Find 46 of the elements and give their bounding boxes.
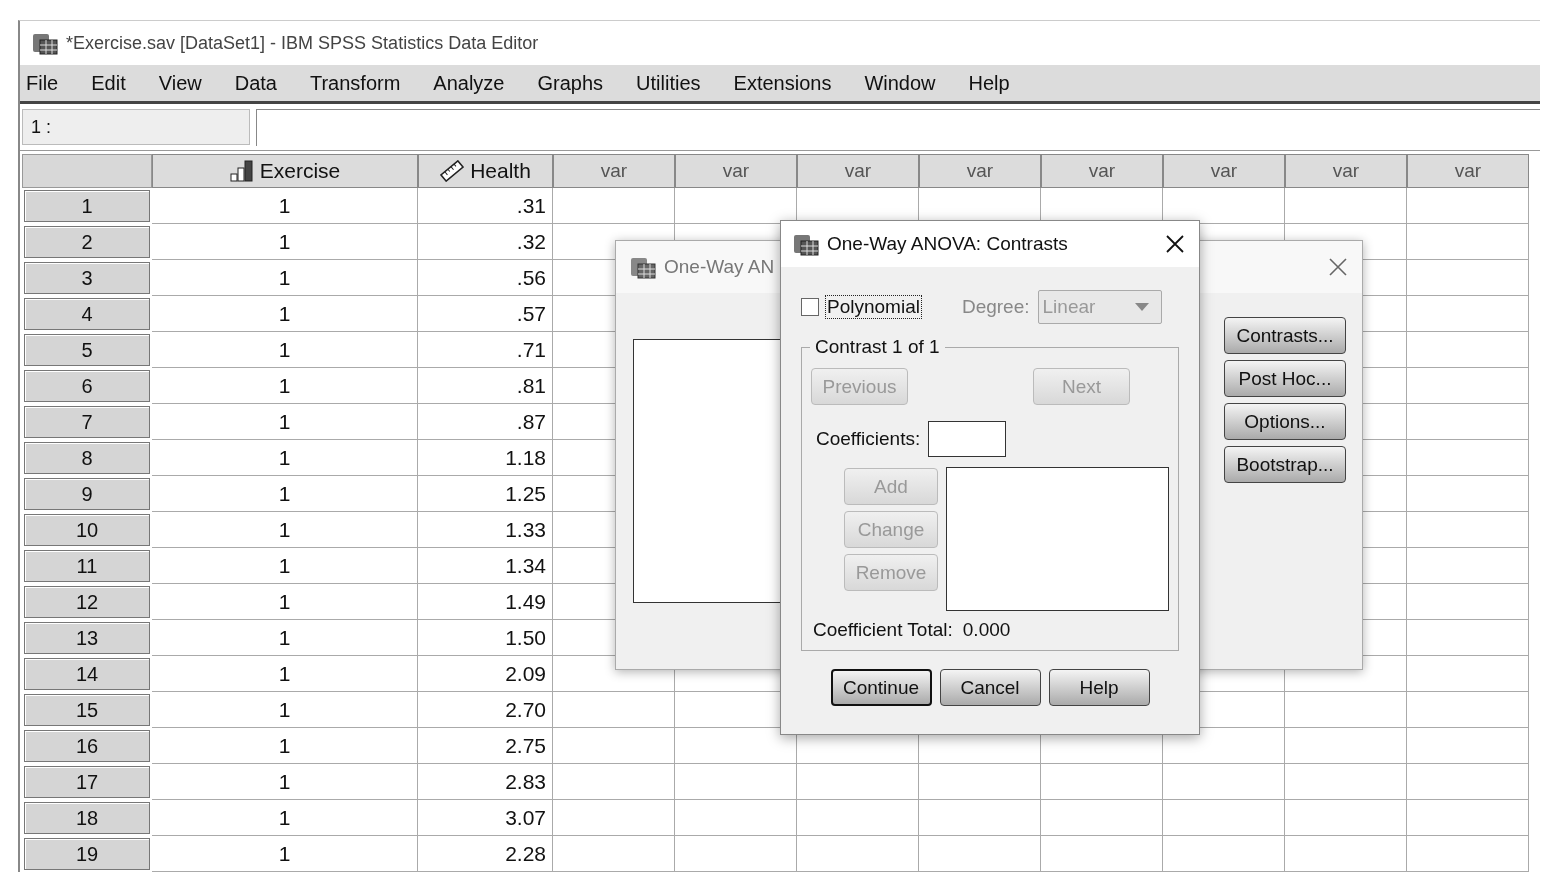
table-cell: 2.83 — [418, 764, 553, 800]
table-cell: 1 — [152, 584, 418, 620]
table-cell: .57 — [418, 296, 553, 332]
total-value: 0.000 — [962, 619, 1011, 641]
table-cell: 1 — [152, 332, 418, 368]
table-cell: 3.07 — [418, 800, 553, 836]
table-cell: 2.28 — [418, 836, 553, 872]
table-cell: 1 — [152, 764, 418, 800]
table-cell: 2.70 — [418, 692, 553, 728]
dialog-title: One-Way AN — [664, 256, 775, 278]
table-cell: 1 — [152, 260, 418, 296]
table-cell: 1 — [152, 224, 418, 260]
table-cell: 1.25 — [418, 476, 553, 512]
table-cell: 1 — [152, 188, 418, 224]
table-cell: 1 — [152, 512, 418, 548]
table-cell: 1.18 — [418, 440, 553, 476]
cell-reference: 1 : — [22, 109, 250, 145]
dialog-title: One-Way ANOVA: Contrasts — [827, 233, 1068, 255]
table-cell: 1.49 — [418, 584, 553, 620]
table-cell: 1 — [152, 692, 418, 728]
table-cell: .87 — [418, 404, 553, 440]
table-cell: 1 — [152, 836, 418, 872]
table-cell: 2.75 — [418, 728, 553, 764]
table-cell: 1.34 — [418, 548, 553, 584]
table-cell: .32 — [418, 224, 553, 260]
table-cell: 1.50 — [418, 620, 553, 656]
coefficients-label: Coefficients: — [816, 428, 921, 450]
table-cell: 1.33 — [418, 512, 553, 548]
table-cell: .31 — [418, 188, 553, 224]
table-cell: .81 — [418, 368, 553, 404]
table-cell: .56 — [418, 260, 553, 296]
degree-label: Degree: — [961, 296, 1030, 318]
total-label: Coefficient Total: — [813, 619, 953, 641]
table-cell: 1 — [152, 620, 418, 656]
table-cell: 1 — [152, 296, 418, 332]
table-cell: 1 — [152, 368, 418, 404]
table-cell: 2.09 — [418, 656, 553, 692]
table-cell: .71 — [418, 332, 553, 368]
table-cell: 1 — [152, 440, 418, 476]
table-cell: 1 — [152, 728, 418, 764]
table-cell: 1 — [152, 800, 418, 836]
table-cell: 1 — [152, 476, 418, 512]
window-title: *Exercise.sav [DataSet1] - IBM SPSS Statistics Data Editor — [66, 32, 539, 54]
table-cell: 1 — [152, 656, 418, 692]
table-cell: 1 — [152, 404, 418, 440]
table-cell: 1 — [152, 548, 418, 584]
